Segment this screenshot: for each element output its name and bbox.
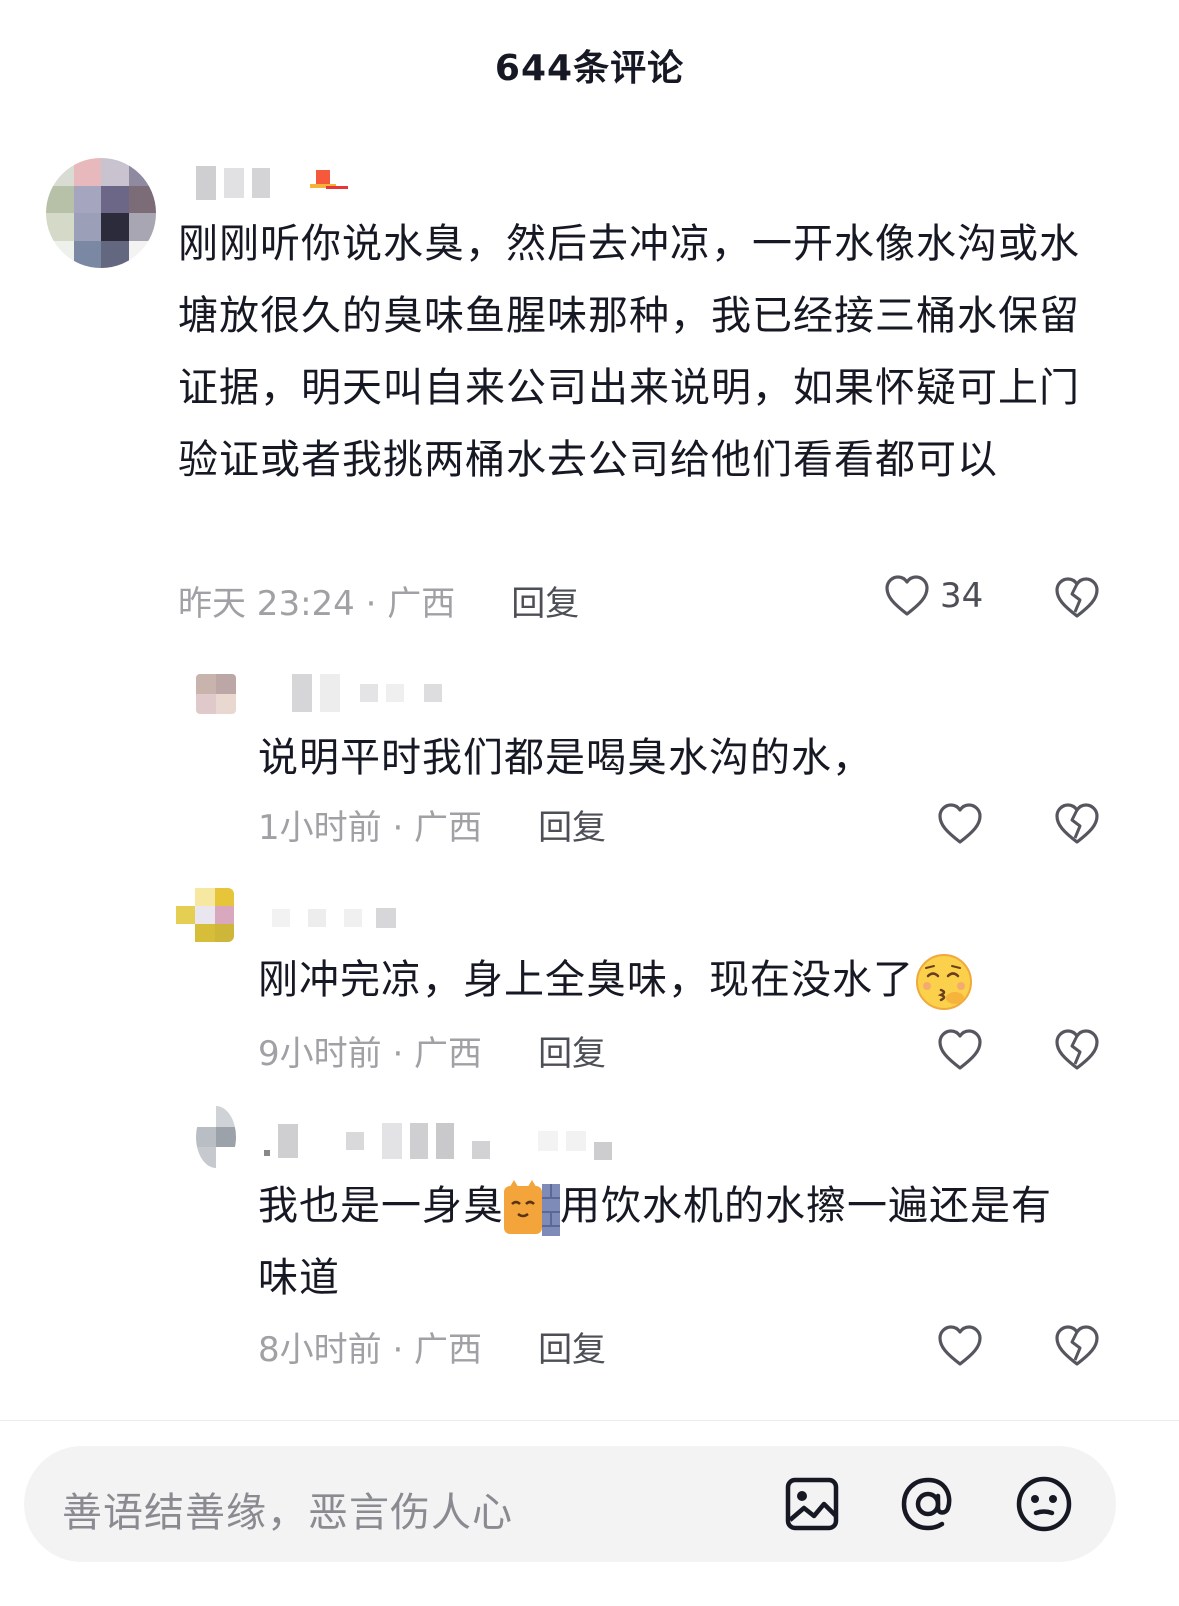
emoji-icon[interactable] [1014, 1474, 1074, 1534]
kissing-face-closed-eyes-emoji [916, 954, 972, 1010]
comment-text-content: 味道 [258, 1255, 340, 1301]
avatar[interactable] [196, 674, 236, 714]
comment-text: 说明平时我们都是喝臭水沟的水， [258, 735, 873, 781]
dislike-broken-heart-icon[interactable] [1054, 576, 1100, 620]
input-divider [0, 1420, 1179, 1421]
dislike-broken-heart-icon[interactable] [1054, 1324, 1100, 1368]
comment-text-content: 用饮水机的水擦一遍还是有 [560, 1183, 1052, 1229]
user-badge-icon [306, 168, 350, 196]
dislike-broken-heart-icon[interactable] [1054, 1028, 1100, 1072]
comment-time-location: 8小时前 · 广西 [258, 1329, 483, 1370]
heart-icon[interactable] [937, 1324, 983, 1368]
avatar[interactable] [196, 1106, 236, 1168]
comment-input-bar[interactable]: 善语结善缘，恶言伤人心 [24, 1446, 1116, 1562]
reply-item: 我也是一身臭 用饮水机的水擦一遍还是有 味道 8小时前 · 广西 回复 [0, 1100, 1179, 1400]
heart-icon[interactable] [937, 1028, 983, 1072]
username-blurred[interactable] [272, 908, 396, 928]
like-control[interactable]: 34 [884, 574, 983, 618]
like-count: 34 [940, 576, 984, 616]
reply-item: 说明平时我们都是喝臭水沟的水， 1小时前 · 广西 回复 [0, 640, 1179, 870]
username-blurred[interactable] [196, 166, 270, 200]
comment-text: 刚刚听你说水臭，然后去冲凉，一开水像水沟或水塘放很久的臭味鱼腥味那种，我已经接三… [178, 221, 1080, 483]
comment-meta: 9小时前 · 广西 回复 [258, 1026, 606, 1075]
comment-text-content: 刚冲完凉，身上全臭味，现在没水了 [258, 957, 914, 1003]
reply-item: 刚冲完凉，身上全臭味，现在没水了 9小时前 · 广西 回复 [0, 870, 1179, 1100]
avatar[interactable] [46, 158, 156, 268]
comment-meta: 1小时前 · 广西 回复 [258, 800, 606, 849]
avatar[interactable] [176, 888, 234, 942]
comment-time-location: 昨天 23:24 · 广西 [178, 583, 456, 624]
comment-text: 我也是一身臭 用饮水机的水擦一遍还是有 味道 [258, 1170, 1108, 1314]
reply-button[interactable]: 回复 [538, 800, 606, 849]
reply-button[interactable]: 回复 [538, 1322, 606, 1371]
heart-icon[interactable] [937, 802, 983, 846]
comment-meta: 8小时前 · 广西 回复 [258, 1322, 606, 1371]
comment-time-location: 9小时前 · 广西 [258, 1033, 483, 1074]
cat-peeking-wall-emoji [504, 1180, 560, 1236]
username-blurred[interactable] [292, 674, 442, 712]
at-mention-icon[interactable] [898, 1474, 958, 1534]
image-icon[interactable] [784, 1474, 840, 1534]
comment-input-placeholder[interactable]: 善语结善缘，恶言伤人心 [62, 1480, 513, 1538]
dislike-broken-heart-icon[interactable] [1054, 802, 1100, 846]
comment-item: 刚刚听你说水臭，然后去冲凉，一开水像水沟或水塘放很久的臭味鱼腥味那种，我已经接三… [0, 0, 1179, 640]
heart-icon[interactable] [884, 574, 930, 618]
reply-button[interactable]: 回复 [538, 1026, 606, 1075]
comment-time-location: 1小时前 · 广西 [258, 807, 483, 848]
comment-meta: 昨天 23:24 · 广西 回复 [178, 576, 579, 625]
username-blurred[interactable] [264, 1122, 612, 1160]
comment-text-content: 我也是一身臭 [258, 1183, 504, 1229]
reply-button[interactable]: 回复 [511, 576, 579, 625]
comment-text: 刚冲完凉，身上全臭味，现在没水了 [258, 944, 1108, 1016]
